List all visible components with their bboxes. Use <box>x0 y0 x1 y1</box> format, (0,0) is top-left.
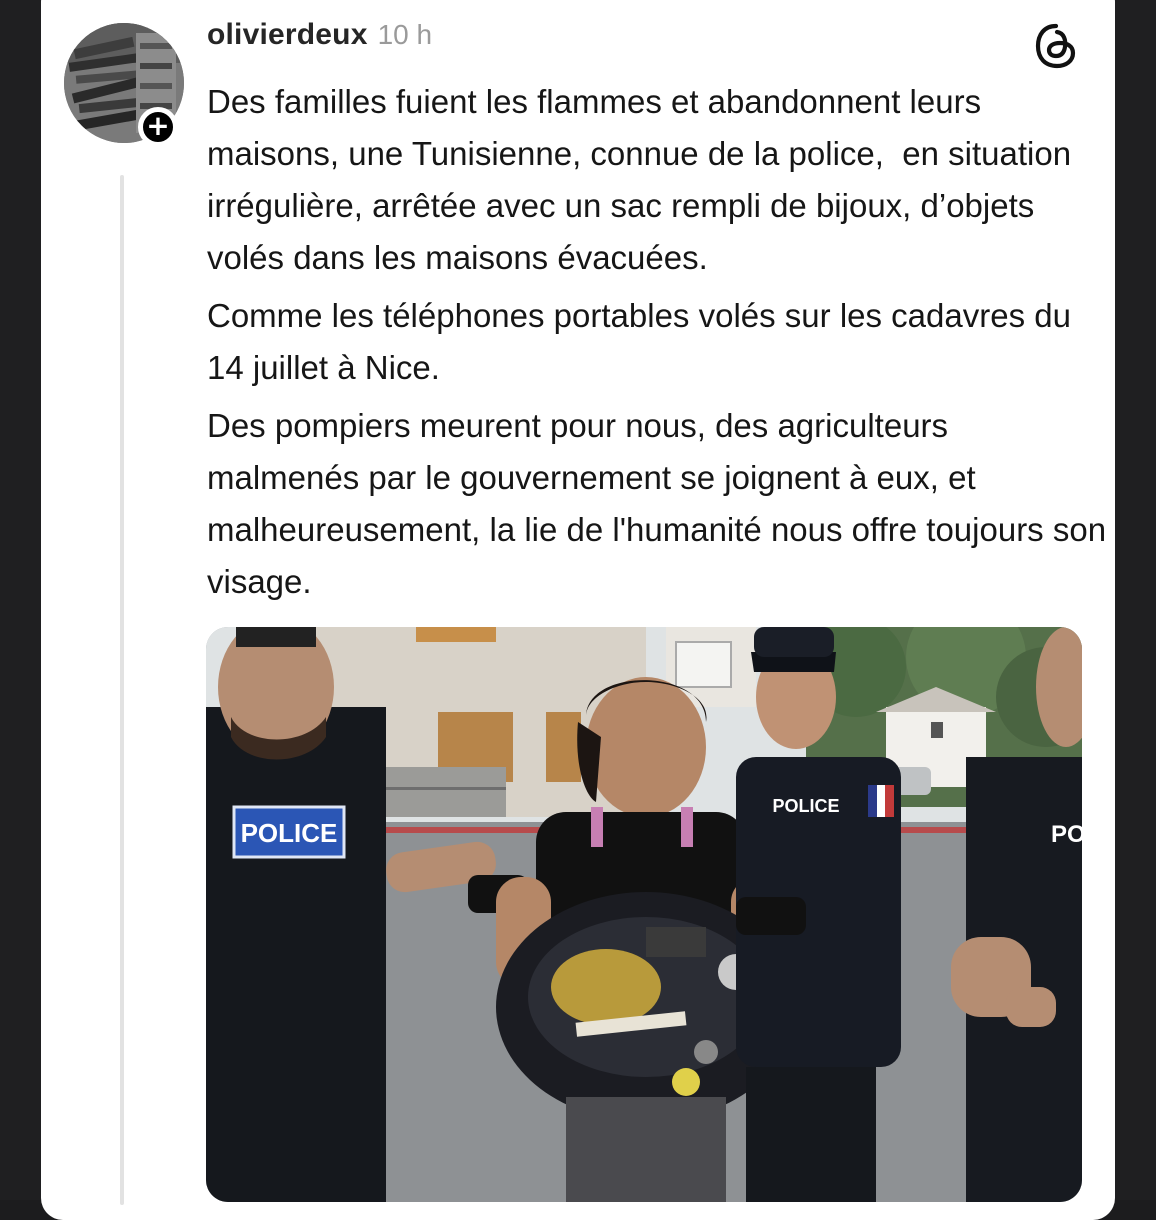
police-patch-left: POLICE <box>241 818 338 848</box>
avatar-container[interactable]: + <box>64 23 184 147</box>
police-shirt-middle: POLICE <box>772 796 839 816</box>
threads-logo-icon[interactable] <box>1030 20 1082 72</box>
post-paragraph: Des familles fuient les flammes et aband… <box>207 83 1081 276</box>
thread-connector-line <box>120 175 124 1205</box>
plus-icon[interactable]: + <box>138 107 178 147</box>
post-photo[interactable]: POLICE POLICE PO <box>206 627 1082 1202</box>
post-paragraph: Des pompiers meurent pour nous, des agri… <box>207 407 1107 600</box>
screenshot-frame: + olivierdeux 10 h Des familles fuient l… <box>0 0 1156 1220</box>
post-body: Des familles fuient les flammes et aband… <box>207 76 1107 614</box>
username[interactable]: olivierdeux <box>207 18 368 52</box>
photo-illustration: POLICE POLICE PO <box>206 627 1082 1202</box>
post-paragraph: Comme les téléphones portables volés sur… <box>207 297 1081 386</box>
post-header: olivierdeux 10 h <box>207 18 432 58</box>
police-vest-right: POLI <box>1051 821 1082 848</box>
post-timestamp: 10 h <box>377 19 433 50</box>
